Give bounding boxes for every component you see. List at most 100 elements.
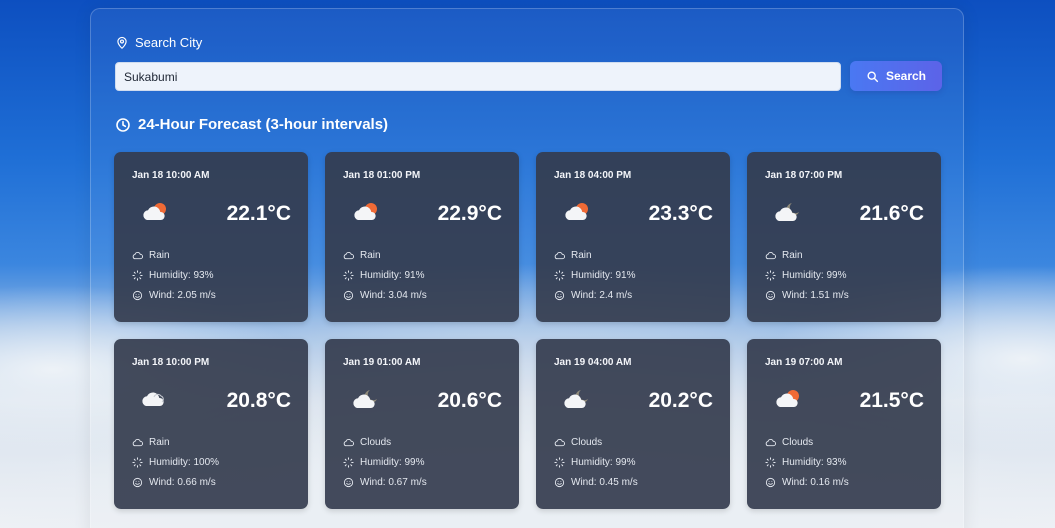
wind-text: Wind: 0.16 m/s (782, 477, 849, 488)
humidity-text: Humidity: 93% (782, 457, 847, 468)
condition-row: Rain (132, 437, 170, 448)
humidity-text: Humidity: 100% (149, 457, 220, 468)
wind-text: Wind: 3.04 m/s (360, 290, 427, 301)
forecast-time: Jan 18 10:00 PM (132, 357, 210, 368)
wind-row: Wind: 0.16 m/s (765, 477, 849, 488)
sun-cloud-icon (562, 201, 592, 223)
wind-text: Wind: 0.67 m/s (360, 477, 427, 488)
forecast-temperature: 21.5°C (859, 389, 924, 412)
cloud-small-icon (765, 251, 776, 260)
condition-row: Clouds (343, 437, 391, 448)
forecast-time: Jan 18 01:00 PM (343, 170, 421, 181)
forecast-card: Jan 18 04:00 PM 23.3°C Rain Humidity: 91% Wi… (536, 152, 730, 322)
cloud-small-icon (343, 438, 354, 447)
forecast-temperature: 23.3°C (648, 202, 713, 225)
forecast-temperature: 22.1°C (226, 202, 291, 225)
humidity-icon (132, 270, 143, 281)
forecast-time: Jan 19 04:00 AM (554, 357, 632, 368)
condition-text: Clouds (360, 437, 392, 448)
wind-icon (765, 477, 776, 488)
condition-text: Rain (149, 250, 170, 261)
wind-text: Wind: 2.05 m/s (149, 290, 216, 301)
condition-text: Rain (360, 250, 381, 261)
condition-row: Rain (132, 250, 170, 261)
wind-row: Wind: 2.05 m/s (132, 290, 216, 301)
weather-panel: Search City Search 24-Hour Forecast (3-h… (90, 8, 964, 528)
wind-icon (132, 477, 143, 488)
condition-row: Rain (554, 250, 592, 261)
wind-icon (343, 290, 354, 301)
forecast-card: Jan 19 01:00 AM 20.6°C Clouds Humidity: 99%… (325, 339, 519, 509)
wind-row: Wind: 2.4 m/s (554, 290, 632, 301)
wind-icon (132, 290, 143, 301)
humidity-text: Humidity: 93% (149, 270, 214, 281)
forecast-card: Jan 18 10:00 PM 20.8°C Rain Humidity: 100% W… (114, 339, 308, 509)
wind-text: Wind: 0.45 m/s (571, 477, 638, 488)
condition-row: Rain (765, 250, 803, 261)
moon-cloud-icon (773, 201, 803, 223)
search-city-label: Search City (135, 35, 203, 50)
humidity-row: Humidity: 99% (765, 270, 846, 281)
cloud-small-icon (765, 438, 776, 447)
condition-text: Rain (782, 250, 803, 261)
wind-icon (343, 477, 354, 488)
condition-text: Rain (149, 437, 170, 448)
search-button-label: Search (885, 69, 927, 83)
humidity-icon (765, 457, 776, 468)
humidity-row: Humidity: 100% (132, 457, 219, 468)
sun-cloud-icon (773, 388, 803, 410)
wind-row: Wind: 1.51 m/s (765, 290, 849, 301)
forecast-time: Jan 19 01:00 AM (343, 357, 421, 368)
humidity-text: Humidity: 99% (571, 457, 636, 468)
condition-row: Rain (343, 250, 381, 261)
humidity-text: Humidity: 91% (360, 270, 425, 281)
wind-row: Wind: 0.66 m/s (132, 477, 216, 488)
humidity-icon (765, 270, 776, 281)
condition-text: Clouds (571, 437, 603, 448)
condition-text: Clouds (782, 437, 814, 448)
cloud-small-icon (132, 251, 143, 260)
moon-cloud-icon (562, 388, 592, 410)
forecast-time: Jan 18 10:00 AM (132, 170, 210, 181)
forecast-grid: Jan 18 10:00 AM 22.1°C Rain Humidity: 93% Wi… (114, 152, 941, 509)
city-search-input[interactable] (115, 62, 841, 91)
wind-row: Wind: 0.67 m/s (343, 477, 427, 488)
forecast-card: Jan 19 07:00 AM 21.5°C Clouds Humidity: 93%… (747, 339, 941, 509)
map-pin-icon (117, 36, 127, 49)
forecast-card: Jan 19 04:00 AM 20.2°C Clouds Humidity: 99%… (536, 339, 730, 509)
sun-cloud-icon (351, 201, 381, 223)
humidity-icon (132, 457, 143, 468)
wind-text: Wind: 1.51 m/s (782, 290, 849, 301)
condition-row: Clouds (765, 437, 813, 448)
forecast-temperature: 20.6°C (437, 389, 502, 412)
forecast-card: Jan 18 07:00 PM 21.6°C Rain Humidity: 99% Wi… (747, 152, 941, 322)
cloud-small-icon (132, 438, 143, 447)
forecast-temperature: 20.2°C (648, 389, 713, 412)
humidity-text: Humidity: 99% (782, 270, 847, 281)
forecast-temperature: 20.8°C (226, 389, 291, 412)
humidity-row: Humidity: 99% (343, 457, 424, 468)
humidity-row: Humidity: 91% (554, 270, 635, 281)
forecast-time: Jan 18 07:00 PM (765, 170, 843, 181)
forecast-time: Jan 18 04:00 PM (554, 170, 632, 181)
forecast-temperature: 22.9°C (437, 202, 502, 225)
humidity-row: Humidity: 93% (132, 270, 213, 281)
humidity-icon (343, 270, 354, 281)
sun-cloud-icon (140, 201, 170, 223)
humidity-row: Humidity: 99% (554, 457, 635, 468)
clock-icon (116, 117, 130, 132)
wind-text: Wind: 2.4 m/s (571, 290, 633, 301)
wind-text: Wind: 0.66 m/s (149, 477, 216, 488)
humidity-row: Humidity: 91% (343, 270, 424, 281)
wind-row: Wind: 0.45 m/s (554, 477, 638, 488)
search-button[interactable]: Search (850, 61, 942, 91)
forecast-title: 24-Hour Forecast (3-hour intervals) (138, 116, 389, 133)
forecast-heading: 24-Hour Forecast (3-hour intervals) (115, 116, 388, 133)
condition-text: Rain (571, 250, 592, 261)
wind-icon (765, 290, 776, 301)
humidity-row: Humidity: 93% (765, 457, 846, 468)
cloud-small-icon (554, 251, 565, 260)
moon-cloud-icon (351, 388, 381, 410)
cloud-small-icon (554, 438, 565, 447)
humidity-icon (343, 457, 354, 468)
